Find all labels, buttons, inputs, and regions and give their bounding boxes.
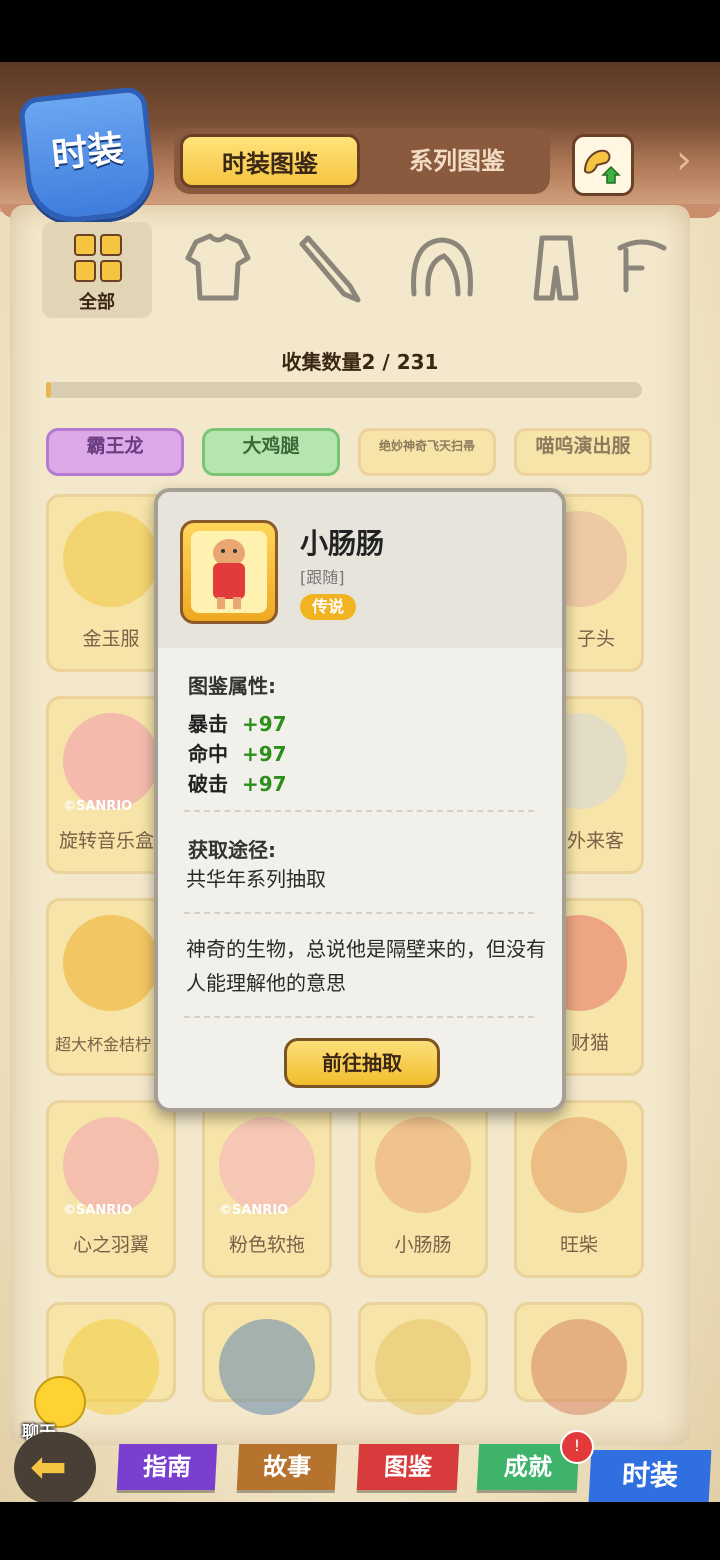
divider	[184, 912, 534, 914]
system-nav-bar	[0, 1502, 720, 1560]
card-name: 子头	[577, 628, 616, 650]
item-art	[531, 1117, 627, 1213]
tab-series-codex[interactable]: 系列图鉴	[370, 134, 544, 188]
item-art	[63, 1117, 159, 1213]
go-draw-button[interactable]: 前往抽取	[284, 1038, 440, 1088]
item-art	[375, 1117, 471, 1213]
rarity-badge: 传说	[300, 594, 356, 620]
nav-story[interactable]: 故事	[236, 1444, 338, 1490]
item-avatar	[180, 520, 278, 624]
section-title: 时装	[49, 128, 126, 177]
nav-fashion[interactable]: 时装	[588, 1450, 712, 1502]
bell-icon: !	[560, 1430, 594, 1464]
collection-progress-fill	[46, 382, 52, 398]
nav-codex[interactable]: 图鉴	[356, 1444, 460, 1490]
category-weapon[interactable]	[284, 222, 384, 318]
tab-bar: 时装图鉴 系列图鉴	[174, 128, 550, 194]
category-row: 全部	[40, 222, 680, 322]
divider	[184, 810, 534, 812]
section-badge: 时装	[17, 85, 159, 227]
chevron-right-icon[interactable]: ›	[676, 140, 706, 180]
status-bar	[0, 0, 720, 62]
chip-item[interactable]: 绝妙神奇飞天扫帚	[358, 428, 496, 476]
copyright-label: ©SANRIO	[63, 1203, 133, 1218]
chip-item[interactable]: 大鸡腿	[202, 428, 340, 476]
fashion-card[interactable]: 旺柴	[514, 1100, 644, 1278]
stat-value: +97	[242, 742, 287, 766]
back-button[interactable]: ⬅	[14, 1432, 96, 1504]
upgrade-button[interactable]	[572, 134, 634, 196]
fashion-card[interactable]	[358, 1302, 488, 1415]
source-text: 共华年系列抽取	[186, 867, 326, 891]
tab-fashion-codex[interactable]: 时装图鉴	[180, 134, 360, 188]
back-arrow-icon: ⬅	[30, 1442, 67, 1493]
stat-row: 命中 +97	[188, 738, 287, 767]
item-art	[63, 915, 159, 1011]
divider	[184, 1016, 534, 1018]
arm-upgrade-icon	[583, 149, 621, 184]
fashion-card[interactable]: 小肠肠	[358, 1100, 488, 1278]
stat-value: +97	[242, 772, 287, 796]
item-art	[531, 1319, 627, 1415]
collection-count: 收集数量2 / 231	[281, 350, 439, 374]
category-accessory[interactable]	[612, 222, 672, 318]
item-art	[219, 1117, 315, 1213]
item-detail-popup: 小肠肠 [跟随] 传说 图鉴属性: 暴击 +97 命中 +97 破击 +97 获取途径…	[154, 488, 566, 1112]
card-name: 旺柴	[559, 1234, 598, 1256]
hair-icon	[411, 237, 473, 297]
source-heading: 获取途径:	[188, 838, 276, 862]
stat-label: 破击	[188, 772, 228, 796]
copyright-label: ©SANRIO	[63, 799, 133, 814]
stat-label: 命中	[188, 742, 228, 766]
item-art	[219, 1319, 315, 1415]
item-art	[63, 511, 159, 607]
item-art	[375, 1319, 471, 1415]
chip-item[interactable]: 霸王龙	[46, 428, 184, 476]
stat-label: 暴击	[188, 712, 228, 736]
nav-guide[interactable]: 指南	[116, 1444, 218, 1490]
attributes-heading: 图鉴属性:	[188, 674, 276, 698]
fashion-card[interactable]	[514, 1302, 644, 1415]
category-all[interactable]: 全部	[42, 222, 152, 318]
card-name: 小肠肠	[394, 1234, 452, 1256]
chat-button[interactable]: 聊天	[8, 1376, 86, 1443]
card-name: 财猫	[571, 1032, 610, 1054]
top-clothing-icon	[185, 233, 251, 301]
pants-icon	[533, 235, 579, 301]
item-type: [跟随]	[300, 568, 345, 587]
fashion-card[interactable]: ©SANRIO 心之羽翼	[46, 1100, 176, 1278]
item-art	[63, 713, 159, 809]
chip-item[interactable]: 喵呜演出服	[514, 428, 652, 476]
item-description: 神奇的生物，总说他是隔壁来的，但没有人能理解他的意思	[186, 937, 546, 995]
copyright-label: ©SANRIO	[219, 1203, 289, 1218]
card-name: 心之羽翼	[72, 1234, 149, 1256]
category-pants[interactable]	[506, 222, 606, 318]
item-name: 小肠肠	[300, 527, 385, 560]
category-all-label: 全部	[79, 292, 115, 313]
fashion-card[interactable]: ©SANRIO 粉色软拖	[202, 1100, 332, 1278]
stat-row: 破击 +97	[188, 768, 287, 797]
weapon-icon	[299, 235, 361, 303]
sausage-character-icon	[213, 539, 245, 609]
category-hair[interactable]	[392, 222, 492, 318]
card-name: 外来客	[567, 830, 625, 852]
collection-progress	[46, 382, 642, 398]
card-name: 粉色软拖	[228, 1234, 305, 1256]
grid-icon	[74, 234, 122, 282]
stat-row: 暴击 +97	[188, 708, 287, 737]
category-top[interactable]	[168, 222, 268, 318]
accessory-icon	[617, 239, 667, 293]
stat-value: +97	[242, 712, 287, 736]
fashion-card[interactable]	[202, 1302, 332, 1415]
